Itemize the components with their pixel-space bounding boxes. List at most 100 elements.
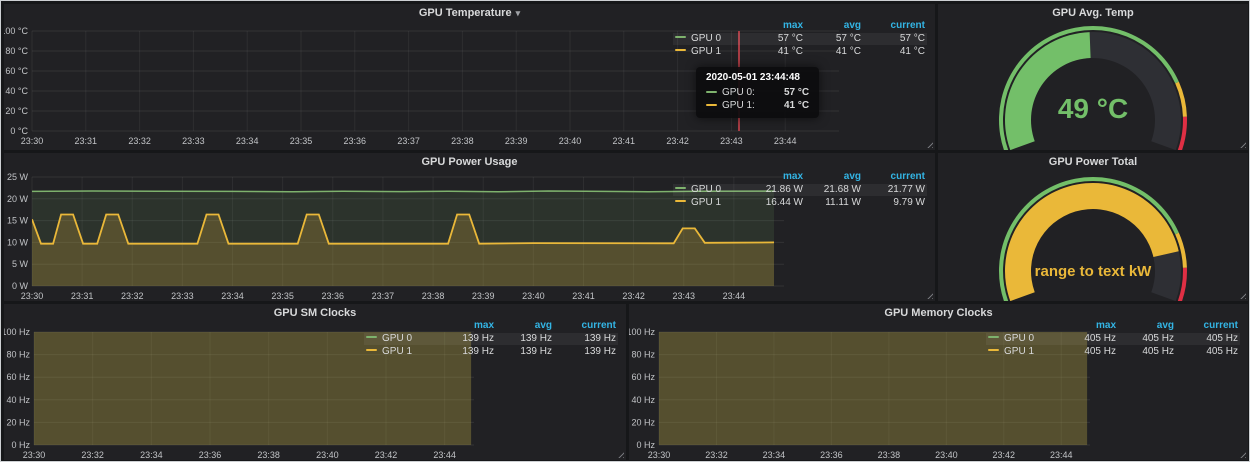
legend-value: 57 °C [863, 33, 927, 45]
legend-series-gpu-1[interactable]: GPU 1 [673, 46, 747, 58]
svg-text:60 Hz: 60 Hz [6, 372, 30, 382]
series-color-dash-icon [675, 200, 686, 202]
legend-value: 139 Hz [438, 346, 496, 358]
svg-text:100 Hz: 100 Hz [629, 327, 655, 337]
svg-text:60 °C: 60 °C [5, 66, 28, 76]
legend-header-current[interactable]: current [863, 171, 927, 183]
svg-text:23:38: 23:38 [257, 450, 280, 460]
panel-title-gpu-memory-clocks[interactable]: GPU Memory Clocks [629, 304, 1248, 322]
svg-text:80 °C: 80 °C [5, 46, 28, 56]
legend-series-gpu-0[interactable]: GPU 0 [673, 184, 747, 196]
grafana-dashboard: GPU Temperature▾ 0 °C20 °C40 °C60 °C80 °… [0, 0, 1250, 462]
gpu-avg-temp-gauge: 49 °C [938, 4, 1248, 150]
legend-header-max[interactable]: max [747, 171, 805, 183]
svg-text:23:30: 23:30 [21, 136, 44, 146]
svg-text:23:33: 23:33 [171, 291, 194, 301]
svg-text:23:42: 23:42 [375, 450, 398, 460]
legend-header-avg[interactable]: avg [805, 171, 863, 183]
chart-tooltip: 2020-05-01 23:44:48 GPU 0:57 °CGPU 1:41 … [696, 67, 819, 118]
legend-series-gpu-0[interactable]: GPU 0 [364, 333, 438, 345]
svg-text:23:42: 23:42 [622, 291, 645, 301]
panel-title-gpu-power-usage[interactable]: GPU Power Usage [4, 153, 935, 171]
gpu-power-total-gauge: range to text kW [938, 153, 1248, 301]
series-color-dash-icon [675, 49, 686, 51]
panel-title-text: GPU Temperature [419, 7, 512, 19]
svg-text:23:40: 23:40 [316, 450, 339, 460]
svg-text:23:41: 23:41 [613, 136, 636, 146]
legend-value: 405 Hz [1176, 346, 1240, 358]
legend-value: 11.11 W [805, 197, 863, 209]
legend-series-gpu-0[interactable]: GPU 0 [986, 333, 1060, 345]
svg-text:100 °C: 100 °C [4, 26, 28, 36]
svg-text:23:42: 23:42 [666, 136, 689, 146]
svg-text:23:38: 23:38 [878, 450, 901, 460]
tooltip-series-row: GPU 0: 57 °C [706, 86, 809, 99]
tooltip-series-label: GPU 1: [722, 99, 770, 112]
svg-text:23:44: 23:44 [433, 450, 456, 460]
svg-text:23:36: 23:36 [199, 450, 222, 460]
legend-series-gpu-1[interactable]: GPU 1 [673, 197, 747, 209]
svg-text:23:34: 23:34 [140, 450, 163, 460]
panel-title-gpu-avg-temp[interactable]: GPU Avg. Temp [938, 4, 1248, 22]
svg-text:80 Hz: 80 Hz [6, 350, 30, 360]
panel-gpu-memory-clocks: GPU Memory Clocks 0 Hz20 Hz40 Hz60 Hz80 … [629, 304, 1248, 460]
panel-title-text: GPU Memory Clocks [884, 307, 992, 319]
legend-value: 405 Hz [1118, 333, 1176, 345]
panel-gpu-temperature: GPU Temperature▾ 0 °C20 °C40 °C60 °C80 °… [4, 4, 935, 150]
panel-title-text: GPU SM Clocks [274, 307, 357, 319]
series-color-dash-icon [366, 336, 377, 338]
panel-title-text: GPU Avg. Temp [1052, 7, 1134, 19]
tooltip-timestamp: 2020-05-01 23:44:48 [706, 72, 809, 83]
svg-text:23:35: 23:35 [271, 291, 294, 301]
svg-text:23:34: 23:34 [221, 291, 244, 301]
legend-value: 139 Hz [496, 346, 554, 358]
svg-text:23:40: 23:40 [935, 450, 958, 460]
svg-text:23:39: 23:39 [472, 291, 495, 301]
series-color-dash-icon [675, 187, 686, 189]
panel-gpu-power-total: GPU Power Total range to text kW [938, 153, 1248, 301]
panel-title-gpu-power-total[interactable]: GPU Power Total [938, 153, 1248, 171]
tooltip-series-value: 57 °C [784, 86, 809, 99]
svg-text:20 Hz: 20 Hz [6, 417, 30, 427]
legend-series-gpu-1[interactable]: GPU 1 [986, 346, 1060, 358]
legend-value: 16.44 W [747, 197, 805, 209]
svg-text:23:36: 23:36 [344, 136, 367, 146]
legend-value: 405 Hz [1176, 333, 1240, 345]
svg-text:23:34: 23:34 [236, 136, 259, 146]
svg-text:80 Hz: 80 Hz [631, 350, 655, 360]
svg-text:23:39: 23:39 [505, 136, 528, 146]
panel-title-gpu-sm-clocks[interactable]: GPU SM Clocks [4, 304, 626, 322]
svg-text:0 Hz: 0 Hz [11, 440, 30, 450]
chevron-down-icon[interactable]: ▾ [516, 8, 521, 18]
legend-value: 57 °C [747, 33, 805, 45]
svg-text:0 °C: 0 °C [10, 126, 28, 136]
legend-value: 41 °C [747, 46, 805, 58]
legend-value: 9.79 W [863, 197, 927, 209]
gauge-value-text: 49 °C [1058, 93, 1128, 124]
svg-text:23:38: 23:38 [422, 291, 445, 301]
svg-text:23:43: 23:43 [720, 136, 743, 146]
legend-value: 21.86 W [747, 184, 805, 196]
svg-text:23:32: 23:32 [81, 450, 104, 460]
svg-text:20 Hz: 20 Hz [631, 417, 655, 427]
svg-text:100 Hz: 100 Hz [4, 327, 30, 337]
legend-gpu-sm-clocks: maxavgcurrentGPU 0139 Hz139 Hz139 HzGPU … [364, 320, 618, 358]
legend-series-gpu-0[interactable]: GPU 0 [673, 33, 747, 45]
panel-gpu-power-usage: GPU Power Usage 0 W5 W10 W15 W20 W25 W23… [4, 153, 935, 301]
series-color-dash-icon [366, 349, 377, 351]
series-color-dash-icon [706, 91, 717, 93]
svg-text:23:34: 23:34 [763, 450, 786, 460]
panel-title-gpu-temperature[interactable]: GPU Temperature ▾ [4, 4, 935, 22]
svg-text:60 Hz: 60 Hz [631, 372, 655, 382]
svg-text:23:44: 23:44 [774, 136, 797, 146]
svg-text:23:30: 23:30 [23, 450, 46, 460]
tooltip-series-label: GPU 0: [722, 86, 770, 99]
legend-gpu-power-usage: maxavgcurrentGPU 021.86 W21.68 W21.77 WG… [673, 171, 927, 209]
legend-series-gpu-1[interactable]: GPU 1 [364, 346, 438, 358]
svg-text:0 W: 0 W [12, 281, 29, 291]
svg-text:23:40: 23:40 [522, 291, 545, 301]
svg-text:23:36: 23:36 [322, 291, 345, 301]
panel-title-text: GPU Power Total [1049, 156, 1137, 168]
svg-text:23:35: 23:35 [290, 136, 313, 146]
svg-text:23:44: 23:44 [723, 291, 746, 301]
